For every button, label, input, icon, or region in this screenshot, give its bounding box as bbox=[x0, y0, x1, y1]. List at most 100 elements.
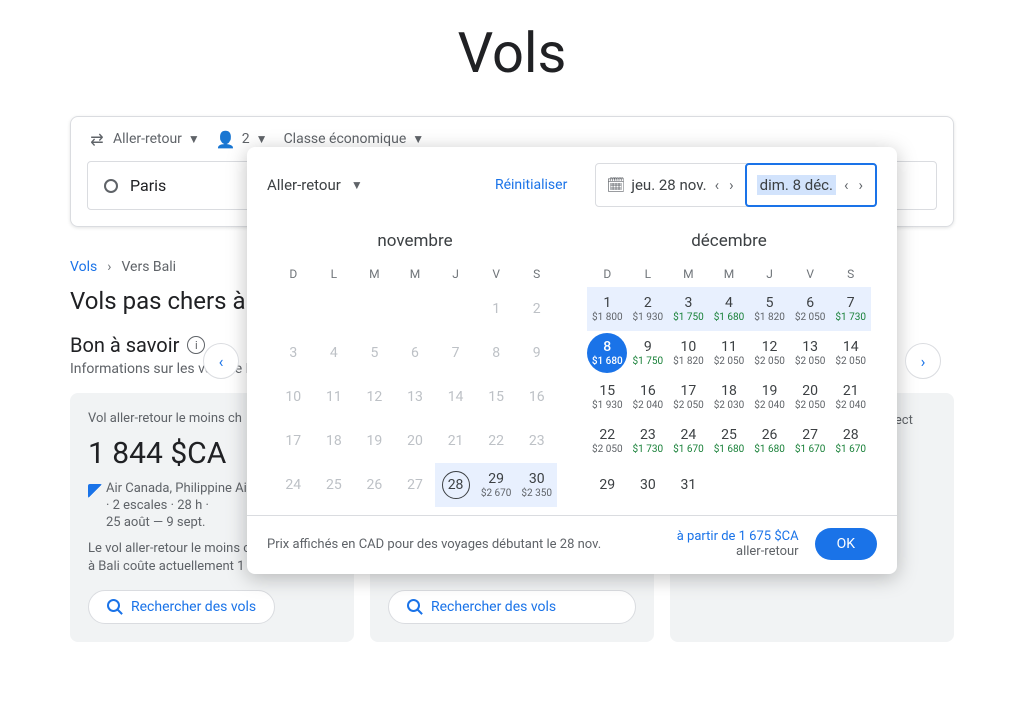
page-title: Vols bbox=[0, 0, 1024, 116]
ok-button[interactable]: OK bbox=[815, 528, 877, 560]
calendar-day[interactable]: 8$1 680 bbox=[587, 331, 628, 375]
calendar-day[interactable]: 7$1 730 bbox=[830, 287, 871, 331]
calendar-day[interactable]: 29 bbox=[587, 463, 628, 507]
breadcrumb-dest: Vers Bali bbox=[121, 259, 176, 275]
calendar-day[interactable]: 30$2 350 bbox=[516, 463, 557, 507]
calendar-day bbox=[354, 287, 395, 331]
calendar-day[interactable]: 27$1 670 bbox=[790, 419, 831, 463]
calendar-day[interactable]: 18$2 030 bbox=[709, 375, 750, 419]
calendar-day[interactable]: 29$2 670 bbox=[476, 463, 517, 507]
calendar-day[interactable]: 26$1 680 bbox=[749, 419, 790, 463]
date-range: 🗓 jeu. 28 nov. ‹ › dim. 8 déc. ‹ › bbox=[595, 163, 877, 207]
info-icon[interactable]: i bbox=[187, 336, 205, 354]
search-button-label: Rechercher des vols bbox=[131, 599, 256, 615]
calendar-day bbox=[273, 287, 314, 331]
calendar-day bbox=[709, 463, 750, 507]
search-flights-button[interactable]: Rechercher des vols bbox=[388, 590, 636, 624]
calendar-day: 5 bbox=[354, 331, 395, 375]
chevron-right-icon: › bbox=[107, 259, 111, 275]
chevron-left-icon[interactable]: ‹ bbox=[842, 176, 851, 194]
calendar-day: 3 bbox=[273, 331, 314, 375]
return-date-input[interactable]: dim. 8 déc. ‹ › bbox=[745, 163, 877, 207]
month-december: décembre DLMMJVS 1$1 8002$1 9303$1 7504$… bbox=[587, 231, 871, 507]
calendar-day[interactable]: 21$2 040 bbox=[830, 375, 871, 419]
calendar-day: 22 bbox=[476, 419, 517, 463]
swap-icon: ⇄ bbox=[87, 129, 107, 149]
calendar-day: 16 bbox=[516, 375, 557, 419]
reset-button[interactable]: Réinitialiser bbox=[495, 177, 567, 193]
calendar-day: 6 bbox=[395, 331, 436, 375]
popover-trip-type[interactable]: Aller-retour ▼ bbox=[267, 176, 363, 194]
calendar-day: 1 bbox=[476, 287, 517, 331]
chevron-down-icon: ▼ bbox=[188, 132, 200, 146]
calendar-day[interactable]: 28 bbox=[435, 463, 476, 507]
calendar-day: 27 bbox=[395, 463, 436, 507]
calendar-day[interactable]: 12$2 050 bbox=[749, 331, 790, 375]
calendar-day[interactable]: 30 bbox=[628, 463, 669, 507]
calendar-day[interactable]: 2$1 930 bbox=[628, 287, 669, 331]
chevron-left-icon[interactable]: ‹ bbox=[713, 176, 722, 194]
calendar-day[interactable]: 22$2 050 bbox=[587, 419, 628, 463]
date-picker-popover: Aller-retour ▼ Réinitialiser 🗓 jeu. 28 n… bbox=[247, 147, 897, 574]
calendar-day[interactable]: 17$2 050 bbox=[668, 375, 709, 419]
calendar-day: 21 bbox=[435, 419, 476, 463]
calendar-day[interactable]: 20$2 050 bbox=[790, 375, 831, 419]
calendar-day: 18 bbox=[314, 419, 355, 463]
calendar-day: 13 bbox=[395, 375, 436, 419]
return-date-text: dim. 8 déc. bbox=[757, 175, 836, 195]
calendar-day: 25 bbox=[314, 463, 355, 507]
calendar-day: 11 bbox=[314, 375, 355, 419]
cabin-select[interactable]: Classe économique ▼ bbox=[284, 131, 425, 147]
calendar-day[interactable]: 31 bbox=[668, 463, 709, 507]
calendar-day[interactable]: 5$1 820 bbox=[749, 287, 790, 331]
month-label: décembre bbox=[587, 231, 871, 251]
calendar-day[interactable]: 15$1 930 bbox=[587, 375, 628, 419]
calendar-day[interactable]: 13$2 050 bbox=[790, 331, 831, 375]
prev-month-button[interactable]: ‹ bbox=[203, 343, 239, 379]
trip-type-label: Aller-retour bbox=[113, 131, 182, 147]
calendar-day[interactable]: 25$1 680 bbox=[709, 419, 750, 463]
next-month-button[interactable]: › bbox=[905, 343, 941, 379]
calendar-day[interactable]: 6$2 050 bbox=[790, 287, 831, 331]
depart-date-text: jeu. 28 nov. bbox=[631, 176, 706, 194]
search-flights-button[interactable]: Rechercher des vols bbox=[88, 590, 275, 624]
passengers-select[interactable]: 👤 2 ▼ bbox=[216, 129, 268, 149]
calendar-day[interactable]: 3$1 750 bbox=[668, 287, 709, 331]
calendar-day[interactable]: 10$1 820 bbox=[668, 331, 709, 375]
calendar-day bbox=[435, 287, 476, 331]
calendar-day bbox=[314, 287, 355, 331]
calendar-day bbox=[790, 463, 831, 507]
chevron-right-icon[interactable]: › bbox=[856, 176, 865, 194]
calendar-day bbox=[830, 463, 871, 507]
calendar-day[interactable]: 4$1 680 bbox=[709, 287, 750, 331]
calendar-day: 2 bbox=[516, 287, 557, 331]
calendar-icon: 🗓 bbox=[606, 176, 625, 194]
calendar-day: 10 bbox=[273, 375, 314, 419]
calendar-day[interactable]: 9$1 750 bbox=[628, 331, 669, 375]
trip-type-select[interactable]: ⇄ Aller-retour ▼ bbox=[87, 129, 200, 149]
calendar-day[interactable]: 19$2 040 bbox=[749, 375, 790, 419]
chevron-down-icon: ▼ bbox=[351, 178, 363, 192]
chevron-down-icon: ▼ bbox=[412, 132, 424, 146]
breadcrumb-flights[interactable]: Vols bbox=[70, 259, 97, 275]
month-november: novembre DLMMJVS 12345678910111213141516… bbox=[273, 231, 557, 507]
depart-date-input[interactable]: 🗓 jeu. 28 nov. ‹ › bbox=[596, 164, 745, 206]
search-icon bbox=[107, 599, 123, 615]
passengers-count: 2 bbox=[242, 131, 250, 147]
calendar-day: 26 bbox=[354, 463, 395, 507]
calendar-day[interactable]: 23$1 730 bbox=[628, 419, 669, 463]
chevron-right-icon[interactable]: › bbox=[727, 176, 736, 194]
calendar-day[interactable]: 1$1 800 bbox=[587, 287, 628, 331]
calendar-day[interactable]: 11$2 050 bbox=[709, 331, 750, 375]
calendar-day bbox=[395, 287, 436, 331]
chevron-down-icon: ▼ bbox=[256, 132, 268, 146]
calendar-day: 17 bbox=[273, 419, 314, 463]
trip-type-sub: aller-retour bbox=[677, 544, 799, 559]
calendar-day[interactable]: 28$1 670 bbox=[830, 419, 871, 463]
calendar-day[interactable]: 16$2 040 bbox=[628, 375, 669, 419]
calendar-day[interactable]: 14$2 050 bbox=[830, 331, 871, 375]
month-label: novembre bbox=[273, 231, 557, 251]
search-icon bbox=[407, 599, 423, 615]
calendar-day: 24 bbox=[273, 463, 314, 507]
calendar-day[interactable]: 24$1 670 bbox=[668, 419, 709, 463]
